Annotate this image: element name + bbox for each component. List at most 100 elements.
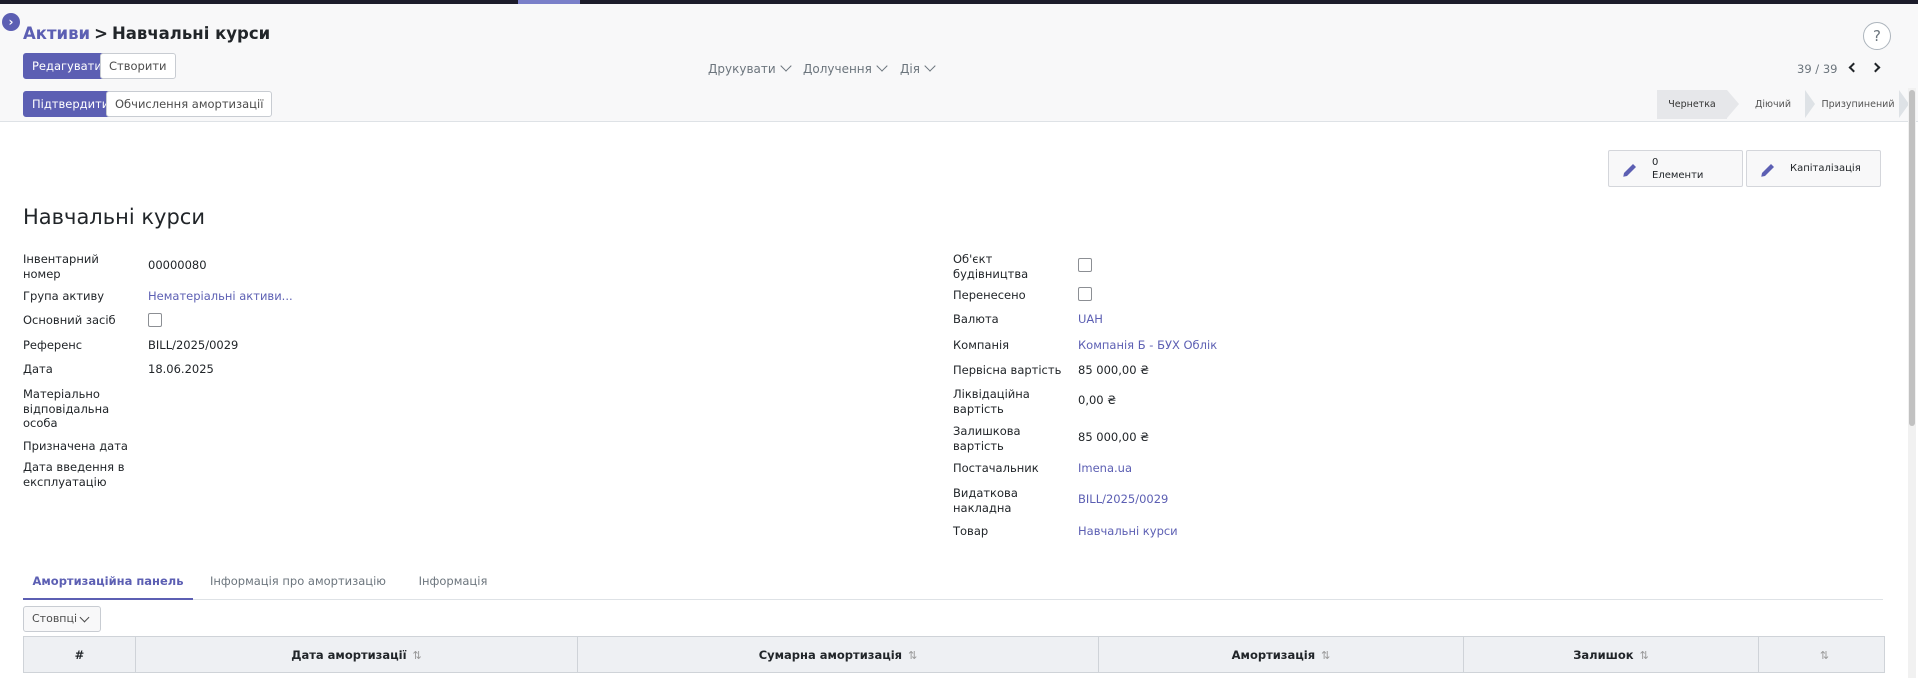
columns-button-label: Стовпці xyxy=(32,612,78,625)
breadcrumb-parent-link[interactable]: Активи xyxy=(23,24,90,43)
column-header-cumulative-depreciation[interactable]: Сумарна амортизація ⇅ xyxy=(577,636,1099,673)
inventory-number-value[interactable]: 00000080 xyxy=(148,258,207,273)
sort-icon: ⇅ xyxy=(1639,648,1649,662)
original-value[interactable]: 85 000,00 ₴ xyxy=(1078,363,1149,378)
label-line: Об'єкт xyxy=(953,252,993,266)
sort-icon: ⇅ xyxy=(1321,648,1331,662)
record-title: Навчальні курси xyxy=(23,205,205,229)
status-stage-draft[interactable]: Чернетка xyxy=(1657,90,1727,119)
chevron-right-icon[interactable] xyxy=(1870,62,1881,73)
status-separator xyxy=(1727,90,1739,118)
page-scrollbar[interactable] xyxy=(1908,88,1916,678)
sort-icon: ⇅ xyxy=(908,648,918,662)
chevron-left-icon[interactable] xyxy=(1848,62,1859,73)
chevron-down-icon xyxy=(924,60,936,72)
pager-value[interactable]: 39 / 39 xyxy=(1797,62,1837,76)
company-label: Компанія xyxy=(953,338,1010,352)
breadcrumb-current: Навчальні курси xyxy=(111,24,271,43)
fixed-asset-label: Основний засіб xyxy=(23,313,116,327)
column-header-extra[interactable]: ⇅ xyxy=(1758,636,1885,673)
column-header-label: Сумарна амортизація xyxy=(758,647,903,662)
action-menu[interactable]: Дія xyxy=(900,60,936,76)
label-line: відповідальна xyxy=(23,401,110,416)
label-line: вартість xyxy=(953,438,1004,453)
column-header-label: # xyxy=(74,647,85,662)
table-header-row: # Дата амортизації ⇅ Сумарна амортизація ⇅… xyxy=(23,636,1885,673)
capitalization-label: Капіталізація xyxy=(1790,163,1861,174)
label-line: Залишкова xyxy=(953,424,1021,438)
commission-date-label: Дата введення в експлуатацію xyxy=(23,460,124,489)
pencil-icon xyxy=(1623,164,1636,177)
tab-info[interactable]: Інформація xyxy=(403,570,503,600)
salvage-value-label: Ліквідаційна вартість xyxy=(953,387,1030,416)
elements-label: Елементи xyxy=(1652,170,1704,181)
create-button[interactable]: Створити xyxy=(100,53,176,79)
pencil-icon xyxy=(1761,164,1774,177)
sort-icon: ⇅ xyxy=(412,648,422,662)
label-line: Дата введення в xyxy=(23,460,125,474)
product-link[interactable]: Навчальні курси xyxy=(1078,524,1178,539)
column-header-balance[interactable]: Залишок ⇅ xyxy=(1463,636,1759,673)
company-link[interactable]: Компанія Б - БУХ Облік xyxy=(1078,338,1217,353)
label-line: експлуатацію xyxy=(23,474,107,489)
product-label: Товар xyxy=(953,524,989,538)
elements-count: 0 xyxy=(1652,157,1659,168)
construction-checkbox[interactable] xyxy=(1078,258,1092,272)
salvage-value[interactable]: 0,00 ₴ xyxy=(1078,393,1116,408)
breadcrumb-separator: > xyxy=(94,24,108,43)
scrollbar-thumb[interactable] xyxy=(1909,90,1915,426)
chevron-right-icon[interactable]: › xyxy=(2,13,20,31)
edit-button[interactable]: Редагувати xyxy=(23,53,111,79)
label-line: особа xyxy=(23,416,58,430)
column-header-number[interactable]: # xyxy=(23,636,136,673)
column-header-depreciation[interactable]: Амортизація ⇅ xyxy=(1098,636,1464,673)
label-line: будівництва xyxy=(953,266,1029,281)
column-header-label: Амортизація xyxy=(1231,647,1316,662)
action-menu-label: Дія xyxy=(900,62,920,76)
elements-smart-button[interactable]: 0 Елементи xyxy=(1608,150,1743,187)
help-button[interactable]: ? xyxy=(1863,22,1891,50)
status-stage-active[interactable]: Діючий xyxy=(1741,90,1805,119)
currency-link[interactable]: UAH xyxy=(1078,312,1103,327)
vendor-link[interactable]: Imena.ua xyxy=(1078,461,1132,476)
notebook-tabs: Амортизаційна панель Інформація про амор… xyxy=(23,570,1883,600)
print-menu[interactable]: Друкувати xyxy=(708,60,792,76)
label-line: Інвентарний xyxy=(23,252,99,266)
responsible-label: Матеріально відповідальна особа xyxy=(23,387,109,431)
label-line: Ліквідаційна xyxy=(953,387,1030,401)
construction-label: Об'єкт будівництва xyxy=(953,252,1028,281)
vendor-label: Постачальник xyxy=(953,461,1039,475)
asset-group-link[interactable]: Нематеріальні активи... xyxy=(148,289,293,304)
residual-value-label: Залишкова вартість xyxy=(953,424,1021,453)
attachments-menu-label: Долучення xyxy=(803,62,872,76)
chevron-down-icon xyxy=(780,60,792,72)
label-line: вартість xyxy=(953,401,1004,416)
tab-depreciation-board[interactable]: Амортизаційна панель xyxy=(23,570,193,600)
confirm-button[interactable]: Підтвердити xyxy=(23,91,119,117)
column-header-label: Залишок xyxy=(1573,647,1634,662)
transferred-checkbox[interactable] xyxy=(1078,287,1092,301)
capitalization-smart-button[interactable]: Капіталізація xyxy=(1746,150,1881,187)
fixed-asset-checkbox[interactable] xyxy=(148,313,162,327)
control-panel: › Активи > Навчальні курси ? Редагувати Ст… xyxy=(0,4,1918,122)
label-line: Видаткова xyxy=(953,486,1018,500)
chevron-down-icon xyxy=(876,60,888,72)
date-value[interactable]: 18.06.2025 xyxy=(148,362,214,377)
status-stage-paused[interactable]: Призупинений xyxy=(1817,90,1899,119)
inventory-number-label: Інвентарний номер xyxy=(23,252,99,281)
columns-button[interactable]: Стовпці xyxy=(23,606,101,632)
currency-label: Валюта xyxy=(953,312,999,326)
status-separator xyxy=(1805,90,1815,118)
asset-group-label: Група активу xyxy=(23,289,105,303)
residual-value[interactable]: 85 000,00 ₴ xyxy=(1078,430,1149,445)
sort-icon: ⇅ xyxy=(1819,648,1830,662)
invoice-link[interactable]: BILL/2025/0029 xyxy=(1078,492,1168,507)
attachments-menu[interactable]: Долучення xyxy=(803,60,888,76)
compute-depreciation-button[interactable]: Обчислення амортизації xyxy=(106,91,273,117)
transferred-label: Перенесено xyxy=(953,288,1026,302)
depreciation-table: # Дата амортизації ⇅ Сумарна амортизація ⇅… xyxy=(23,636,1885,673)
column-header-depreciation-date[interactable]: Дата амортизації ⇅ xyxy=(135,636,578,673)
reference-value[interactable]: BILL/2025/0029 xyxy=(148,338,238,353)
tab-depreciation-info[interactable]: Інформація про амортизацію xyxy=(203,570,393,600)
invoice-label: Видаткова накладна xyxy=(953,486,1018,515)
